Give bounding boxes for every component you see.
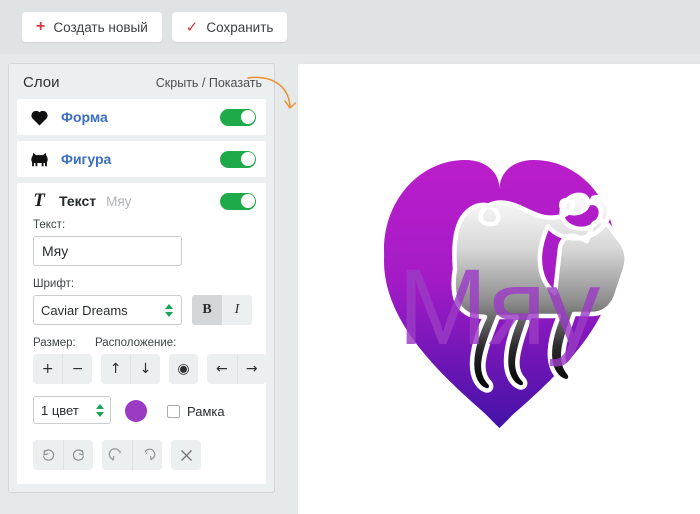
canvas-panel[interactable]: Мяу (297, 63, 700, 514)
size-decrease-button[interactable]: − (62, 354, 92, 384)
layer-label: Форма (61, 109, 108, 125)
move-left-button[interactable]: ← (207, 354, 237, 384)
layer-row-forma[interactable]: Форма (17, 99, 266, 135)
create-new-label: Создать новый (53, 19, 148, 35)
frame-checkbox-wrapper[interactable]: Рамка (167, 404, 225, 419)
close-group (171, 440, 201, 470)
undo-redo-group (33, 440, 93, 470)
layer-row-figura[interactable]: Фигура (17, 141, 266, 177)
font-select[interactable]: Caviar Dreams (33, 295, 182, 325)
plus-icon: + (36, 18, 46, 35)
text-style-group: B I (192, 295, 252, 325)
size-increase-button[interactable]: + (33, 354, 63, 384)
text-field-label: Текст: (33, 219, 66, 231)
center-button[interactable]: ◉ (168, 354, 199, 384)
layer-visibility-toggle[interactable] (220, 150, 256, 168)
text-layer-title: Текст (59, 193, 97, 209)
redo-icon[interactable] (63, 440, 93, 470)
move-down-button[interactable]: ↓ (130, 354, 160, 384)
size-label: Размер: (33, 337, 76, 349)
undo-icon[interactable] (33, 440, 63, 470)
size-placement-labels: Размер: Расположение: (17, 337, 266, 354)
history-controls: x y (17, 426, 266, 470)
create-new-button[interactable]: + Создать новый (22, 12, 162, 42)
size-button-group: + − (33, 354, 92, 384)
overlay-text: Мяу (398, 246, 600, 367)
color-count-select[interactable]: 1 цвет (33, 396, 111, 424)
text-type-icon: T (33, 190, 45, 211)
artwork-preview: Мяу (384, 160, 629, 428)
check-icon: ✓ (185, 18, 199, 36)
svg-text:y: y (145, 450, 148, 455)
save-label: Сохранить (206, 19, 274, 35)
bold-button[interactable]: B (192, 295, 222, 325)
color-controls: 1 цвет Рамка (17, 396, 266, 426)
text-layer-value-preview: Мяу (106, 193, 132, 209)
frame-checkbox[interactable] (167, 404, 180, 418)
color-swatch[interactable] (125, 400, 147, 422)
layer-visibility-toggle[interactable] (220, 108, 256, 126)
layers-panel-header: Слои Скрыть / Показать (17, 72, 266, 99)
font-field-label: Шрифт: (33, 278, 75, 290)
move-up-button[interactable]: ↑ (100, 354, 131, 384)
size-placement-controls: + − ↑ ↓ ◉ ← → (17, 354, 266, 384)
frame-label: Рамка (187, 403, 225, 419)
placement-label: Расположение: (95, 337, 177, 349)
italic-button[interactable]: I (222, 295, 252, 325)
heart-icon (29, 107, 49, 127)
center-group: ◉ (168, 354, 199, 384)
text-layer-header[interactable]: T Текст Мяу (17, 183, 266, 219)
save-button[interactable]: ✓ Сохранить (171, 12, 288, 42)
close-icon[interactable] (171, 440, 201, 470)
text-layer-visibility-toggle[interactable] (220, 192, 256, 210)
layers-panel: Слои Скрыть / Показать Форма Фигура T Те… (8, 63, 275, 493)
svg-text:x: x (119, 450, 122, 456)
vertical-move-group: ↑ ↓ (100, 354, 160, 384)
hide-show-label: Скрыть / Показать (155, 76, 262, 90)
move-right-button[interactable]: → (236, 354, 266, 384)
text-input[interactable] (33, 236, 182, 266)
top-toolbar: + Создать новый ✓ Сохранить (0, 0, 700, 54)
cat-icon (29, 149, 49, 169)
flip-vertical-icon[interactable]: y (132, 440, 162, 470)
layer-label: Фигура (61, 151, 112, 167)
flip-horizontal-icon[interactable]: x (102, 440, 132, 470)
flip-group: x y (102, 440, 162, 470)
page-title: Слои (23, 74, 60, 91)
text-layer-card: T Текст Мяу Текст: Шрифт: Caviar Dreams … (17, 183, 266, 484)
horizontal-move-group: ← → (207, 354, 266, 384)
